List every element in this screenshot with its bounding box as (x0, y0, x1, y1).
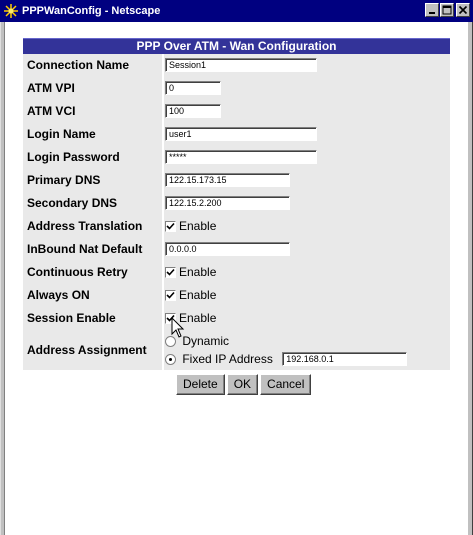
secondary-dns-input[interactable]: 122.15.2.200 (165, 196, 290, 211)
window-frame-edge (4, 22, 5, 535)
always-on-checkbox[interactable] (165, 289, 176, 301)
row-primary-dns: Primary DNS 122.15.173.15 (23, 168, 450, 192)
primary-dns-input[interactable]: 122.15.173.15 (165, 173, 290, 188)
atm-vci-input[interactable]: 100 (165, 104, 221, 119)
close-button[interactable] (456, 3, 470, 17)
cancel-button[interactable]: Cancel (260, 373, 312, 395)
inbound-nat-default-input[interactable]: 0.0.0.0 (165, 242, 290, 257)
dynamic-radio[interactable] (165, 335, 176, 347)
session-enable-enable-label: Enable (179, 311, 217, 326)
login-password-input[interactable]: ***** (165, 150, 317, 165)
close-icon (458, 5, 468, 15)
form-heading: PPP Over ATM - Wan Configuration (23, 38, 450, 54)
minimize-icon (429, 12, 435, 14)
row-address-assignment: Address Assignment Dynamic Fixed IP Addr… (23, 329, 450, 370)
address-assignment-label: Address Assignment (23, 329, 162, 370)
atm-vpi-input[interactable]: 0 (165, 81, 221, 96)
maximize-button[interactable] (440, 3, 454, 17)
address-translation-checkbox[interactable] (165, 220, 176, 232)
window-frame-right (468, 22, 473, 535)
always-on-label: Always ON (23, 283, 162, 307)
continuous-retry-enable-label: Enable (179, 265, 217, 280)
row-continuous-retry: Continuous Retry Enable (23, 260, 450, 284)
always-on-enable-label: Enable (179, 288, 217, 303)
wan-config-form: PPP Over ATM - Wan Configuration Connect… (23, 38, 450, 400)
row-login-name: Login Name user1 (23, 122, 450, 146)
login-name-input[interactable]: user1 (165, 127, 317, 142)
fixed-ip-radio[interactable] (165, 353, 176, 365)
connection-name-input[interactable]: Session1 (165, 58, 317, 73)
row-address-translation: Address Translation Enable (23, 214, 450, 238)
inbound-nat-default-label: InBound Nat Default (23, 237, 162, 261)
address-translation-label: Address Translation (23, 214, 162, 238)
row-always-on: Always ON Enable (23, 283, 450, 307)
delete-button[interactable]: Delete (176, 373, 225, 395)
row-session-enable: Session Enable Enable (23, 306, 450, 330)
minimize-button[interactable] (425, 3, 439, 17)
connection-name-label: Connection Name (23, 53, 162, 77)
checkmark-icon (166, 222, 175, 230)
checkmark-icon (166, 291, 175, 299)
row-atm-vci: ATM VCI 100 (23, 99, 450, 123)
maximize-icon (442, 5, 452, 15)
session-enable-label: Session Enable (23, 306, 162, 330)
fixed-ip-radio-label: Fixed IP Address (182, 352, 273, 367)
checkmark-icon (166, 268, 175, 276)
atm-vci-label: ATM VCI (23, 99, 162, 123)
row-atm-vpi: ATM VPI 0 (23, 76, 450, 100)
row-secondary-dns: Secondary DNS 122.15.2.200 (23, 191, 450, 215)
row-login-password: Login Password ***** (23, 145, 450, 169)
login-name-label: Login Name (23, 122, 162, 146)
row-buttons: Delete OK Cancel (23, 369, 450, 400)
address-translation-enable-label: Enable (179, 219, 217, 234)
session-enable-checkbox[interactable] (165, 312, 176, 324)
row-connection-name: Connection Name Session1 (23, 53, 450, 77)
checkmark-icon (166, 314, 175, 322)
dynamic-radio-label: Dynamic (182, 334, 230, 349)
fixed-ip-input[interactable]: 192.168.0.1 (282, 352, 408, 367)
window-title: PPPWanConfig - Netscape (22, 5, 161, 17)
login-password-label: Login Password (23, 145, 162, 169)
atm-vpi-label: ATM VPI (23, 76, 162, 100)
form-header-row: PPP Over ATM - Wan Configuration (23, 38, 450, 54)
window-titlebar[interactable]: PPPWanConfig - Netscape (0, 0, 473, 22)
secondary-dns-label: Secondary DNS (23, 191, 162, 215)
ok-button[interactable]: OK (226, 373, 259, 395)
continuous-retry-label: Continuous Retry (23, 260, 162, 284)
primary-dns-label: Primary DNS (23, 168, 162, 192)
continuous-retry-checkbox[interactable] (165, 266, 176, 278)
netscape-app-icon[interactable] (3, 3, 19, 19)
row-inbound-nat-default: InBound Nat Default 0.0.0.0 (23, 237, 450, 261)
